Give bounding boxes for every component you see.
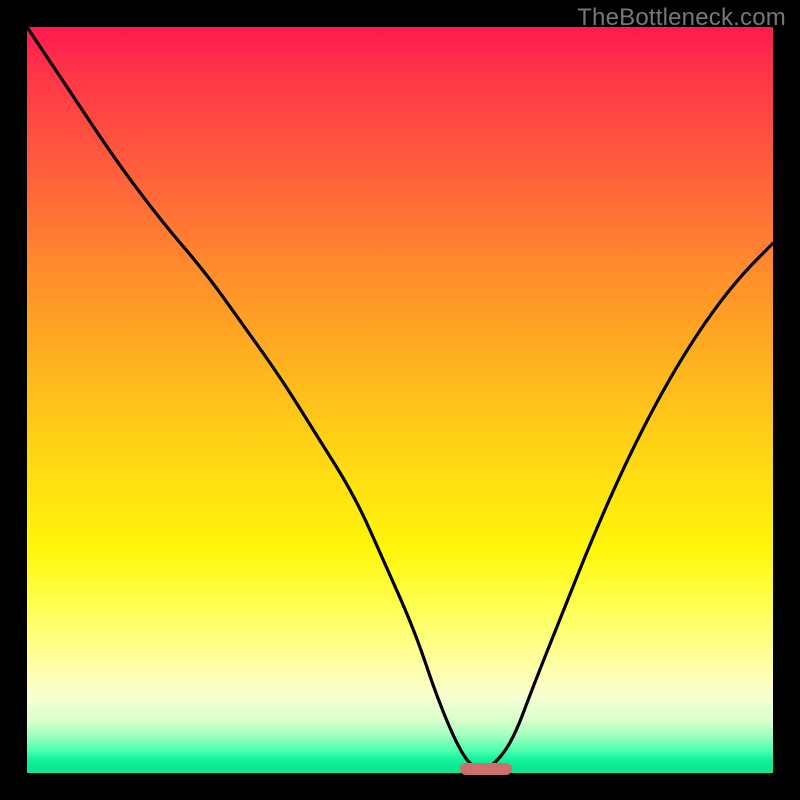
optimum-marker xyxy=(460,763,512,775)
bottleneck-curve xyxy=(27,27,773,773)
watermark-text: TheBottleneck.com xyxy=(577,4,786,32)
chart-frame: TheBottleneck.com xyxy=(0,0,800,800)
